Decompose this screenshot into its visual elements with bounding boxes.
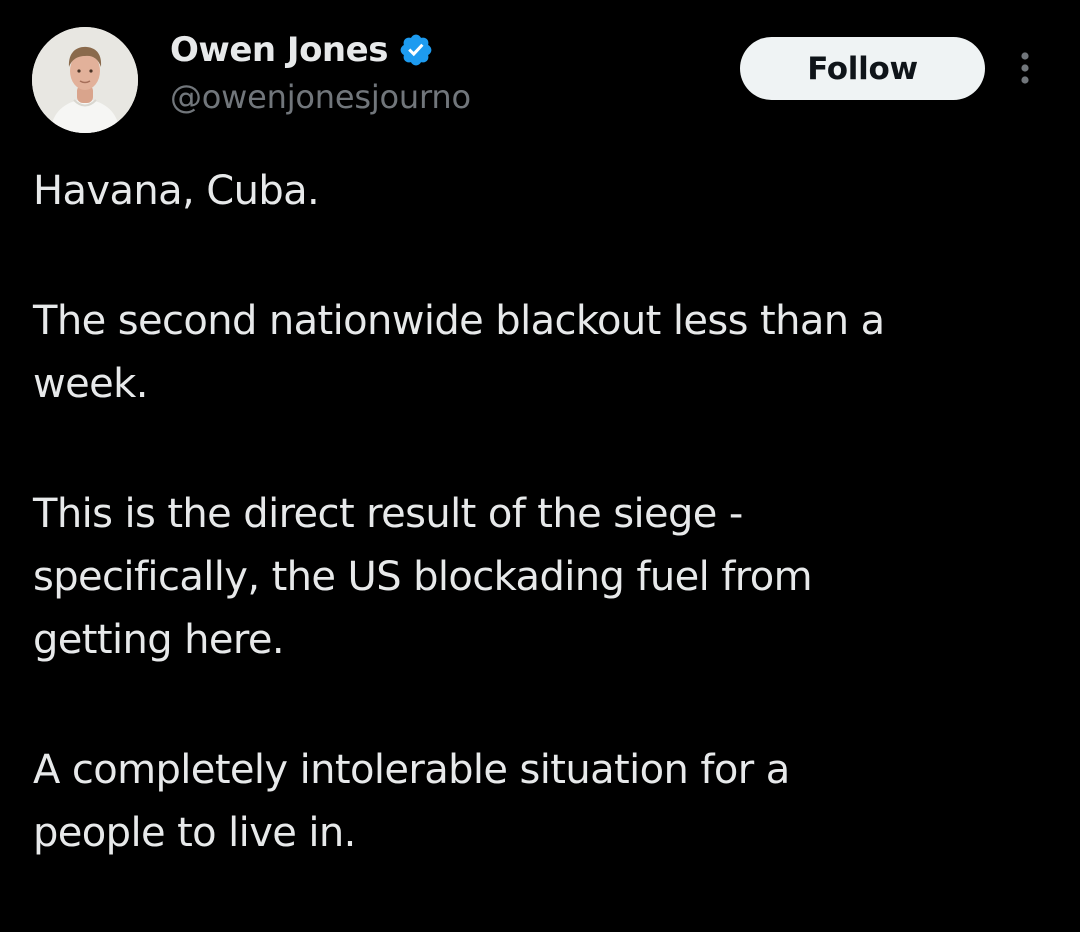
tweet-line: The second nationwide blackout less than…	[33, 298, 885, 344]
tweet-line: A completely intolerable situation for a	[33, 747, 790, 793]
author-name[interactable]: Owen Jones	[170, 30, 388, 70]
tweet-line: week.	[33, 361, 148, 407]
tweet-line: getting here.	[33, 617, 285, 663]
verified-badge-icon[interactable]	[398, 32, 434, 68]
avatar-image	[32, 27, 138, 133]
tweet-paragraph: Havana, Cuba.	[33, 160, 1063, 223]
tweet-paragraph: A completely intolerable situation for a…	[33, 739, 1063, 865]
tweet-line: specifically, the US blockading fuel fro…	[33, 554, 813, 600]
follow-button[interactable]: Follow	[740, 37, 985, 100]
tweet-header: Owen Jones @owenjonesjourno Follow	[0, 0, 1080, 150]
author-handle[interactable]: @owenjonesjourno	[170, 78, 471, 116]
tweet-line: people to live in.	[33, 810, 356, 856]
tweet-line: This is the direct result of the siege -	[33, 491, 743, 537]
tweet-paragraph: This is the direct result of the siege -…	[33, 483, 1063, 672]
tweet-text: Havana, Cuba. The second nationwide blac…	[33, 160, 1063, 932]
avatar[interactable]	[32, 27, 138, 133]
tweet-line: Havana, Cuba.	[33, 168, 320, 214]
more-options-icon[interactable]	[1012, 48, 1038, 88]
author-name-row: Owen Jones	[170, 26, 434, 74]
tweet-paragraph: The second nationwide blackout less than…	[33, 290, 1063, 416]
